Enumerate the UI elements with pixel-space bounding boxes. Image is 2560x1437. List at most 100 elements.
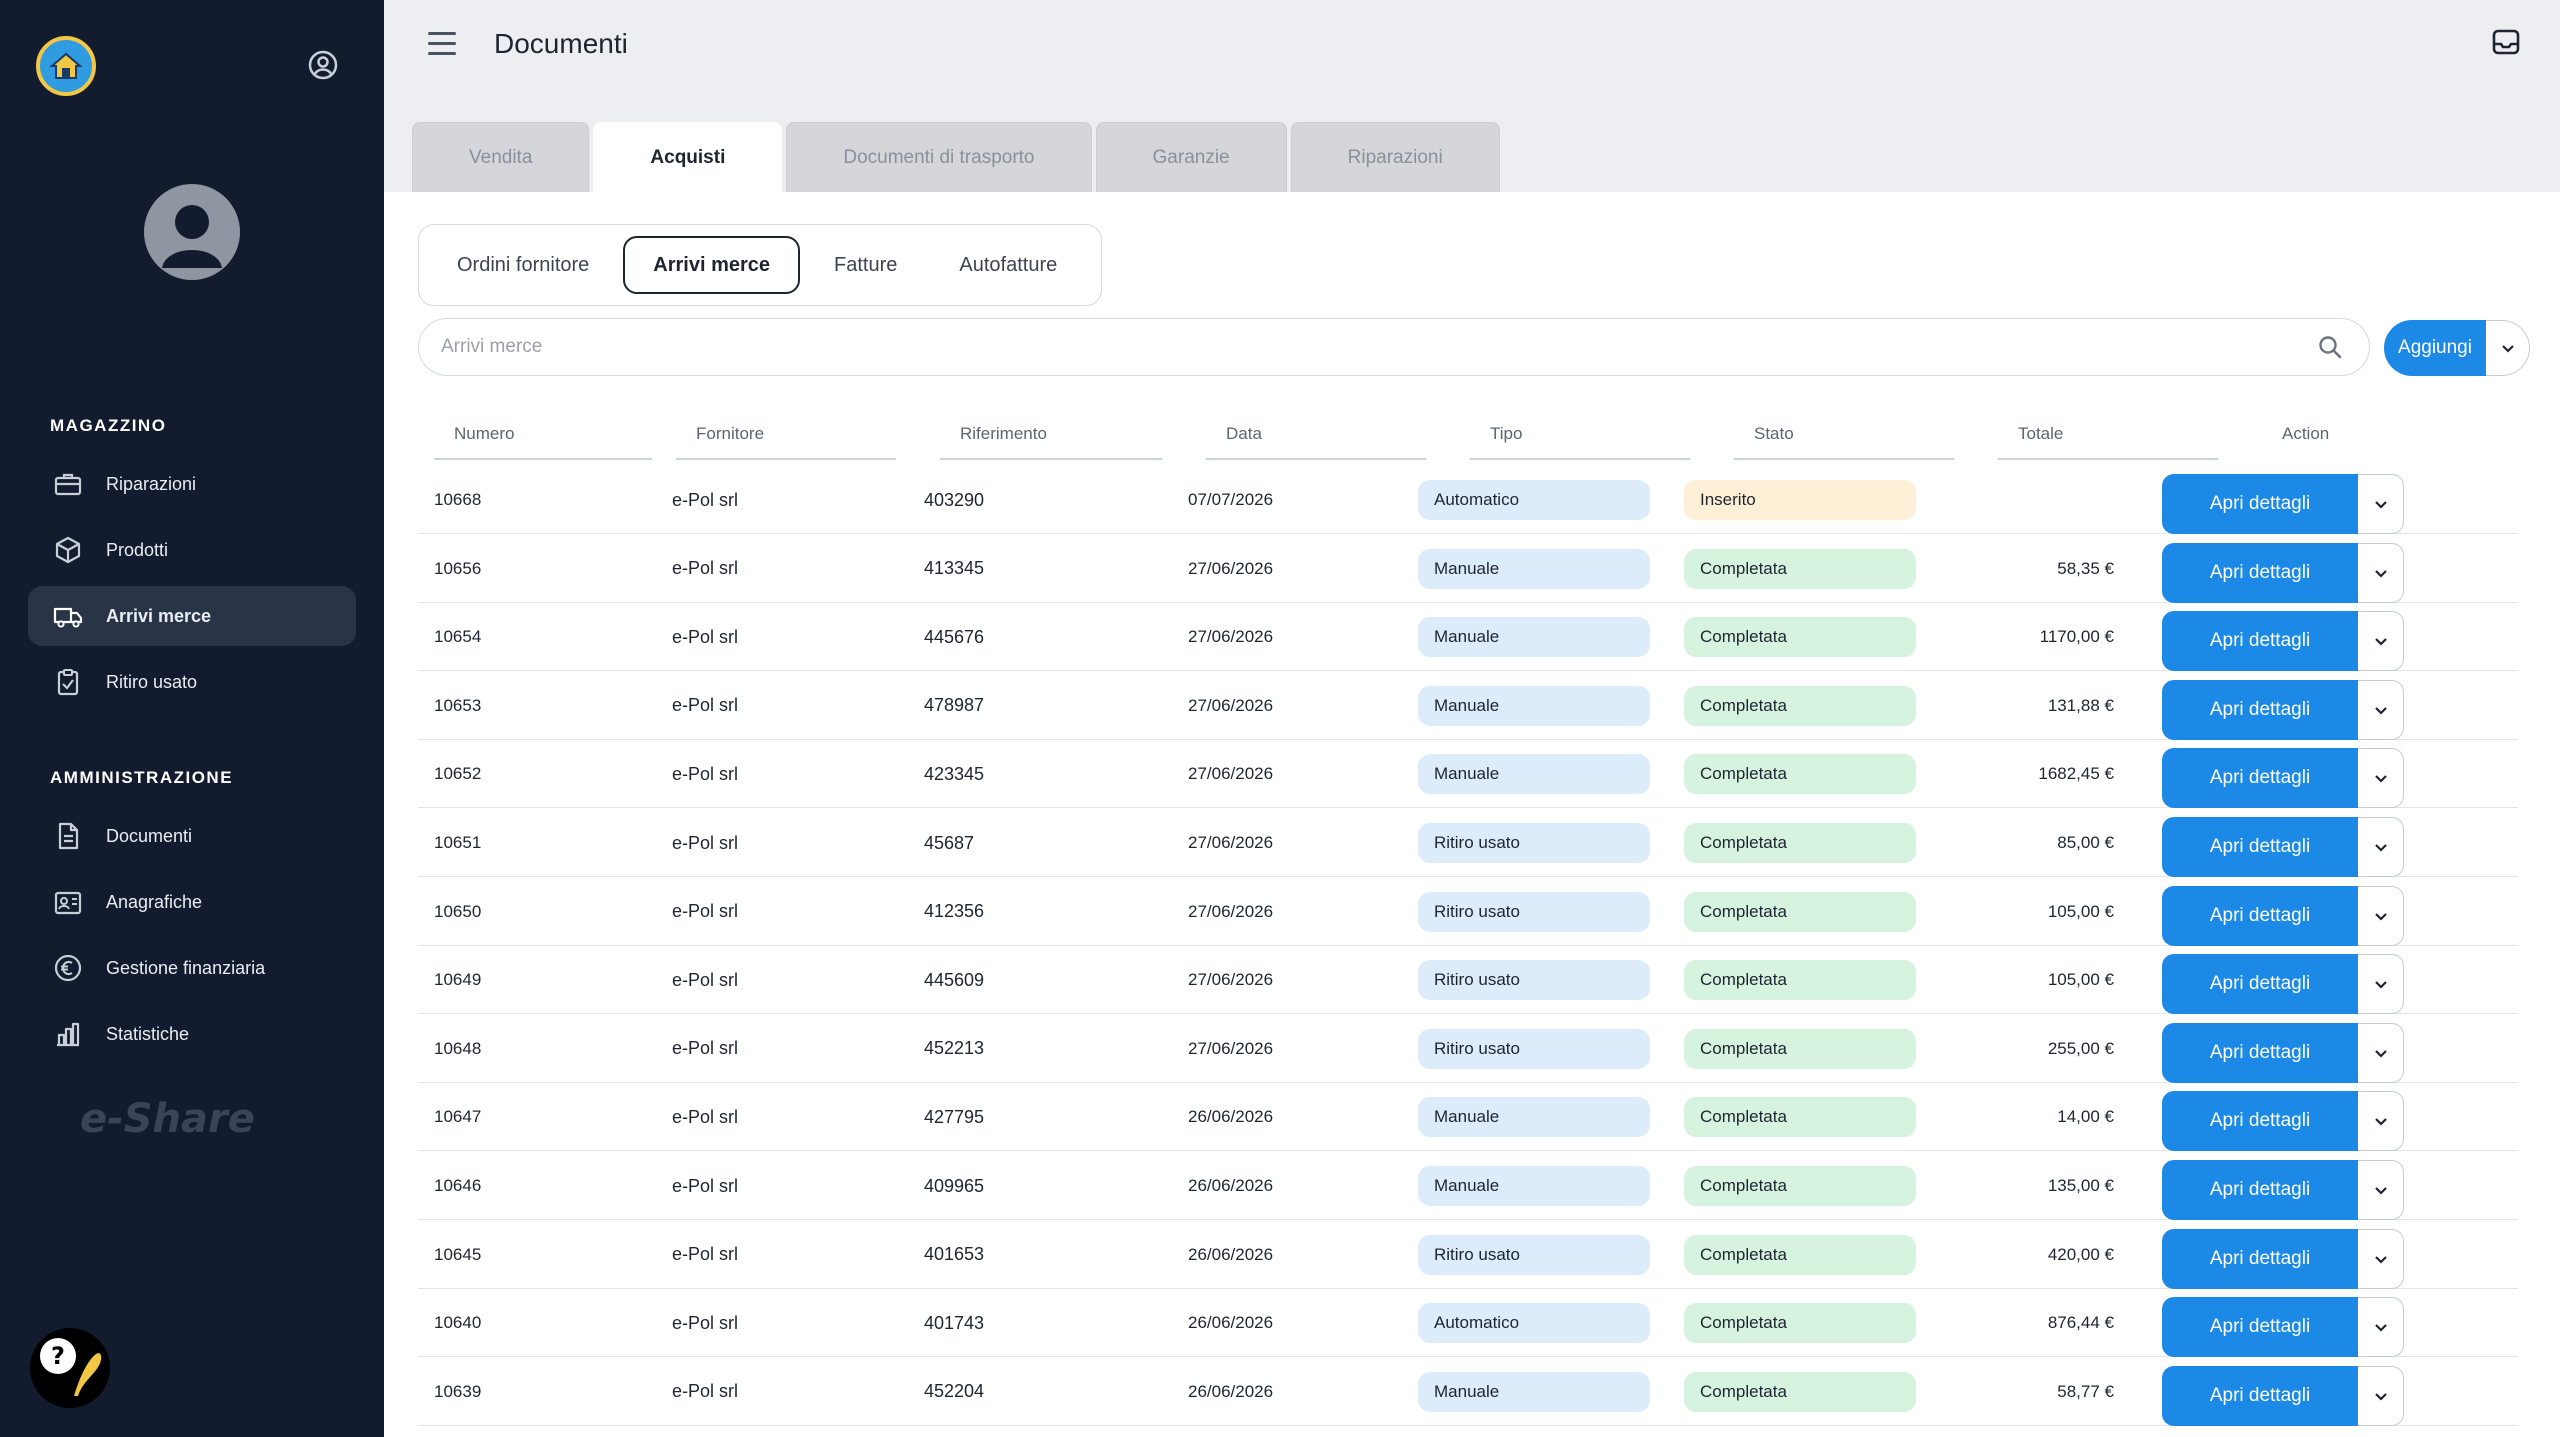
row-actions-dropdown[interactable] — [2358, 1160, 2404, 1220]
tab-documenti-di-trasporto[interactable]: Documenti di trasporto — [786, 122, 1092, 192]
sidebar-item-riparazioni[interactable]: Riparazioni — [28, 454, 356, 514]
help-icon[interactable]: ? — [28, 1326, 112, 1410]
row-actions-dropdown[interactable] — [2358, 748, 2404, 809]
cell-riferimento: 401743 — [924, 1312, 985, 1333]
menu-icon[interactable] — [428, 32, 456, 56]
open-details-button[interactable]: Apri dettagli — [2162, 1022, 2358, 1083]
user-placeholder-icon — [162, 205, 222, 268]
sidebar-item-documenti[interactable]: Documenti — [28, 806, 356, 866]
row-actions-dropdown[interactable] — [2358, 954, 2404, 1015]
cell-data: 27/06/2026 — [1188, 833, 1274, 852]
open-details-button[interactable]: Apri dettagli — [2162, 474, 2358, 534]
table-header: Numero Fornitore Riferimento Data Tipo S… — [384, 414, 2560, 460]
search-icon[interactable] — [2317, 334, 2343, 360]
tab-garanzie[interactable]: Garanzie — [1095, 122, 1287, 192]
column-header-stato[interactable]: Stato — [1734, 414, 1954, 460]
row-actions-dropdown[interactable] — [2358, 1365, 2404, 1426]
cell-riferimento: 403290 — [924, 489, 985, 510]
inbox-icon[interactable] — [2490, 26, 2522, 58]
cell-fornitore: e-Pol srl — [672, 489, 739, 510]
cell-fornitore: e-Pol srl — [672, 626, 739, 647]
table-row[interactable]: 10653 e-Pol srl 478987 27/06/2026 Manuale Com… — [418, 672, 2518, 740]
row-actions-dropdown[interactable] — [2358, 1297, 2404, 1358]
row-actions-dropdown[interactable] — [2358, 542, 2404, 603]
row-actions-dropdown[interactable] — [2358, 1022, 2404, 1083]
table-row[interactable]: 10648 e-Pol srl 452213 27/06/2026 Ritiro usa… — [418, 1015, 2518, 1083]
sidebar-item-gestione-finanziaria[interactable]: Gestione finanziaria — [28, 938, 356, 998]
table-row[interactable]: 10668 e-Pol srl 403290 07/07/2026 Automatico… — [418, 466, 2518, 534]
cell-riferimento: 409965 — [924, 1175, 985, 1196]
column-header-riferimento[interactable]: Riferimento — [940, 414, 1162, 460]
status-badge: Completata — [1684, 1303, 1916, 1344]
cell-riferimento: 452204 — [924, 1381, 985, 1402]
app-logo[interactable] — [36, 36, 96, 96]
open-details-button[interactable]: Apri dettagli — [2162, 1228, 2358, 1289]
open-details-button[interactable]: Apri dettagli — [2162, 611, 2358, 672]
sidebar-item-label: Anagrafiche — [106, 891, 203, 912]
sidebar-item-arrivi-merce[interactable]: Arrivi merce — [28, 586, 356, 646]
table-row[interactable]: 10651 e-Pol srl 45687 27/06/2026 Ritiro usat… — [418, 809, 2518, 877]
open-details-button[interactable]: Apri dettagli — [2162, 748, 2358, 809]
table-row[interactable]: 10647 e-Pol srl 427795 26/06/2026 Manuale Com… — [418, 1083, 2518, 1152]
cell-data: 27/06/2026 — [1188, 627, 1274, 647]
subtab-ordini-fornitore[interactable]: Ordini fornitore — [429, 236, 617, 294]
row-actions-dropdown[interactable] — [2358, 885, 2404, 946]
table-row[interactable]: 10656 e-Pol srl 413345 27/06/2026 Manuale Com… — [418, 535, 2518, 603]
open-details-button[interactable]: Apri dettagli — [2162, 954, 2358, 1015]
open-details-button[interactable]: Apri dettagli — [2162, 1091, 2358, 1152]
row-actions-dropdown[interactable] — [2358, 1091, 2404, 1152]
add-dropdown-toggle[interactable] — [2486, 320, 2530, 376]
logo-house-icon — [49, 52, 83, 79]
open-details-button[interactable]: Apri dettagli — [2162, 679, 2358, 740]
open-details-button[interactable]: Apri dettagli — [2162, 885, 2358, 946]
status-badge: Completata — [1684, 1166, 1916, 1206]
status-badge: Completata — [1684, 891, 1916, 932]
search-input[interactable] — [441, 336, 2317, 358]
table-row[interactable]: 10645 e-Pol srl 401653 26/06/2026 Ritiro usa… — [418, 1221, 2518, 1289]
column-header-tipo[interactable]: Tipo — [1470, 414, 1690, 460]
open-details-button[interactable]: Apri dettagli — [2162, 542, 2358, 603]
chevron-down-icon — [2374, 844, 2387, 852]
row-actions-dropdown[interactable] — [2358, 611, 2404, 672]
open-details-button[interactable]: Apri dettagli — [2162, 817, 2358, 877]
main-panel: Ordini fornitore Arrivi merce Fatture Au… — [384, 192, 2560, 1437]
add-button[interactable]: Aggiungi — [2384, 320, 2486, 376]
sidebar-item-prodotti[interactable]: Prodotti — [28, 520, 356, 580]
table-row[interactable]: 10646 e-Pol srl 409965 26/06/2026 Manuale Com… — [418, 1152, 2518, 1220]
column-header-totale[interactable]: Totale — [1998, 414, 2218, 460]
tab-riparazioni[interactable]: Riparazioni — [1290, 122, 1500, 192]
open-details-button[interactable]: Apri dettagli — [2162, 1297, 2358, 1358]
column-header-numero[interactable]: Numero — [434, 414, 652, 460]
open-details-button[interactable]: Apri dettagli — [2162, 1160, 2358, 1220]
tab-acquisti[interactable]: Acquisti — [593, 122, 783, 192]
tipo-badge: Manuale — [1418, 754, 1650, 795]
sidebar-item-ritiro-usato[interactable]: Ritiro usato — [28, 652, 356, 712]
account-icon[interactable] — [306, 48, 340, 82]
table-row[interactable]: 10640 e-Pol srl 401743 26/06/2026 Automatico… — [418, 1289, 2518, 1358]
table-row[interactable]: 10652 e-Pol srl 423345 27/06/2026 Manuale Com… — [418, 740, 2518, 809]
column-header-fornitore[interactable]: Fornitore — [676, 414, 896, 460]
table-row[interactable]: 10649 e-Pol srl 445609 27/06/2026 Ritiro usa… — [418, 946, 2518, 1015]
table-row[interactable]: 10639 e-Pol srl 452204 26/06/2026 Manuale Com… — [418, 1358, 2518, 1426]
tipo-badge: Automatico — [1418, 480, 1650, 520]
subtab-arrivi-merce[interactable]: Arrivi merce — [623, 236, 801, 294]
subtab-autofatture[interactable]: Autofatture — [931, 236, 1085, 294]
tab-vendita[interactable]: Vendita — [412, 122, 590, 192]
cell-data: 07/07/2026 — [1188, 490, 1274, 509]
row-actions-dropdown[interactable] — [2358, 474, 2404, 534]
row-actions-dropdown[interactable] — [2358, 679, 2404, 740]
row-actions-dropdown[interactable] — [2358, 817, 2404, 877]
table-row[interactable]: 10650 e-Pol srl 412356 27/06/2026 Ritiro usa… — [418, 878, 2518, 946]
column-header-data[interactable]: Data — [1206, 414, 1426, 460]
row-actions-dropdown[interactable] — [2358, 1228, 2404, 1289]
document-tabs: Vendita Acquisti Documenti di trasporto … — [412, 122, 1504, 192]
open-details-button[interactable]: Apri dettagli — [2162, 1365, 2358, 1426]
sidebar-item-statistiche[interactable]: Statistiche — [28, 1004, 356, 1064]
sidebar-item-anagrafiche[interactable]: Anagrafiche — [28, 872, 356, 932]
box-icon — [52, 534, 84, 566]
subtab-fatture[interactable]: Fatture — [806, 236, 925, 294]
sidebar-item-label: Gestione finanziaria — [106, 957, 266, 978]
table-row[interactable]: 10654 e-Pol srl 445676 27/06/2026 Manuale Com… — [418, 603, 2518, 672]
cell-numero: 10652 — [434, 764, 482, 784]
cell-numero: 10640 — [434, 1313, 482, 1333]
